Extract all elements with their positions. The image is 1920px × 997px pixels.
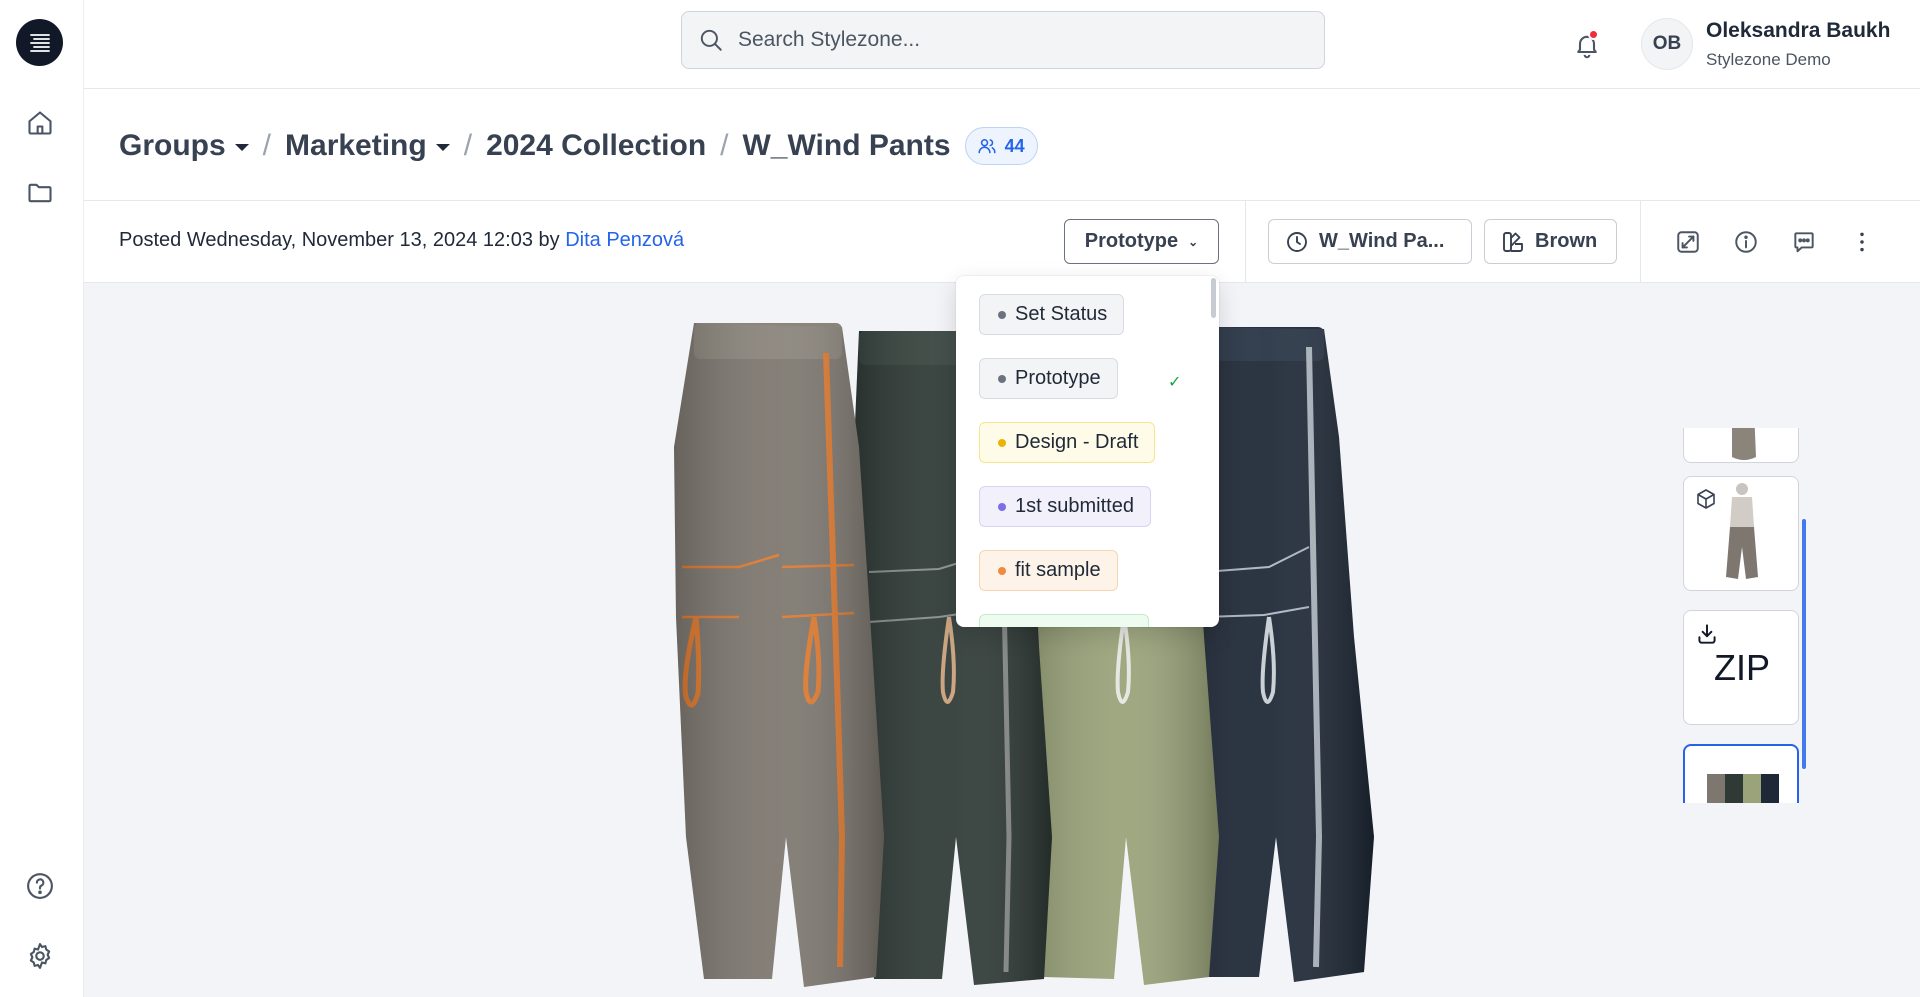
status-option-design-draft[interactable]: Design - Draft (979, 422, 1156, 463)
post-meta-text: Posted Wednesday, November 13, 2024 12:0… (119, 229, 560, 251)
breadcrumb-marketing[interactable]: Marketing (285, 129, 450, 163)
status-label: Prototype (1084, 230, 1179, 252)
status-option-label: Design - Draft (1015, 431, 1139, 453)
comments-button[interactable] (1785, 223, 1823, 261)
gear-icon (29, 943, 51, 969)
status-option-label: 1st submitted (1015, 495, 1134, 517)
search-placeholder: Search Stylezone... (738, 28, 921, 51)
thumbnail-item[interactable] (1683, 476, 1799, 591)
app-logo[interactable] (16, 19, 63, 66)
breadcrumb-collection[interactable]: 2024 Collection (486, 129, 706, 163)
folder-icon (28, 183, 52, 203)
comment-icon (1794, 232, 1814, 253)
top-bar: Search Stylezone... OB Oleksandra Baukh … (84, 0, 1920, 89)
caret-down-icon (435, 144, 450, 151)
thumbnail-item[interactable] (1683, 428, 1799, 463)
checkmark-icon: ✓ (1168, 374, 1182, 391)
info-button[interactable] (1727, 223, 1765, 261)
members-badge[interactable]: 44 (964, 127, 1038, 165)
status-option-prototype[interactable]: Prototype (979, 358, 1118, 399)
cube-icon (1697, 489, 1715, 509)
users-icon (978, 139, 996, 154)
clock-icon (1287, 231, 1307, 252)
user-org: Stylezone Demo (1706, 50, 1831, 69)
status-option-label: Prototype (1015, 367, 1101, 389)
colorway-button[interactable]: Brown (1484, 219, 1617, 264)
home-button[interactable] (20, 103, 60, 143)
status-dot (998, 374, 1006, 383)
status-dropdown-button[interactable]: Prototype ⌄ (1064, 219, 1219, 264)
colorway-label: Brown (1535, 230, 1598, 252)
expand-button[interactable] (1669, 223, 1707, 261)
avatar[interactable]: OB (1641, 18, 1693, 70)
page-title: W_Wind Pants (742, 129, 950, 163)
breadcrumb-separator: / (262, 129, 272, 162)
notifications-button[interactable] (1567, 25, 1607, 65)
version-button[interactable]: W_Wind Pa... (1268, 219, 1472, 264)
breadcrumb-label: 2024 Collection (486, 129, 707, 162)
pants-thumb-image (1732, 428, 1756, 460)
breadcrumb-groups[interactable]: Groups (119, 129, 249, 163)
thumbnail-strip: ZIP (1683, 428, 1799, 803)
pants-group-thumb-image (1707, 774, 1779, 803)
help-icon (27, 873, 53, 899)
status-option-set-status[interactable]: Set Status (979, 294, 1125, 335)
chevron-down-icon: ⌄ (1188, 234, 1199, 249)
thumbnail-item-selected[interactable] (1683, 744, 1799, 803)
status-dot (998, 310, 1006, 319)
notification-dot (1588, 29, 1599, 40)
members-count: 44 (1004, 135, 1025, 156)
info-icon (1735, 231, 1757, 253)
left-rail (0, 0, 84, 997)
search-icon (700, 29, 722, 51)
caret-down-icon (234, 144, 249, 151)
status-dot (998, 566, 1006, 575)
post-meta: Posted Wednesday, November 13, 2024 12:0… (119, 229, 684, 252)
status-option-1st-submitted[interactable]: 1st submitted (979, 486, 1151, 527)
status-option-partial[interactable] (979, 614, 1149, 627)
expand-icon (1677, 231, 1699, 253)
breadcrumb-label: Groups (119, 129, 226, 162)
help-button[interactable] (20, 866, 60, 906)
status-dot (998, 438, 1006, 447)
divider (1245, 201, 1246, 284)
breadcrumb-separator: / (720, 129, 729, 162)
zip-label: ZIP (1714, 647, 1771, 688)
thumbnail-zip[interactable]: ZIP (1683, 610, 1799, 725)
download-icon (1698, 624, 1716, 644)
logo-icon (29, 33, 50, 52)
status-option-label: fit sample (1015, 559, 1101, 581)
status-dot (998, 502, 1006, 511)
breadcrumb-label: Marketing (285, 129, 427, 162)
search-input[interactable]: Search Stylezone... (681, 11, 1325, 69)
status-option-fit-sample[interactable]: fit sample (979, 550, 1118, 591)
item-toolbar: Posted Wednesday, November 13, 2024 12:0… (84, 200, 1920, 284)
pants-taupe (674, 323, 884, 987)
status-option-label: Set Status (1015, 303, 1108, 325)
divider (1640, 201, 1641, 284)
breadcrumb-label: W_Wind Pants (742, 129, 951, 162)
folder-button[interactable] (20, 173, 60, 213)
version-label: W_Wind Pa... (1319, 230, 1445, 252)
status-menu: Set Status Prototype ✓ Design - Draft 1s… (956, 276, 1219, 627)
status-menu-scrollbar[interactable] (1211, 278, 1216, 318)
user-name[interactable]: Oleksandra Baukh (1706, 19, 1890, 43)
thumbnail-scrollbar[interactable] (1802, 519, 1806, 769)
home-icon (28, 111, 52, 135)
more-vertical-icon (1860, 232, 1864, 252)
more-button[interactable] (1843, 223, 1881, 261)
swatch-icon (1503, 231, 1523, 252)
author-link[interactable]: Dita Penzová (565, 229, 684, 251)
breadcrumb: Groups / Marketing / 2024 Collection / W… (119, 125, 1038, 167)
breadcrumb-separator: / (463, 129, 473, 162)
settings-button[interactable] (20, 936, 60, 976)
